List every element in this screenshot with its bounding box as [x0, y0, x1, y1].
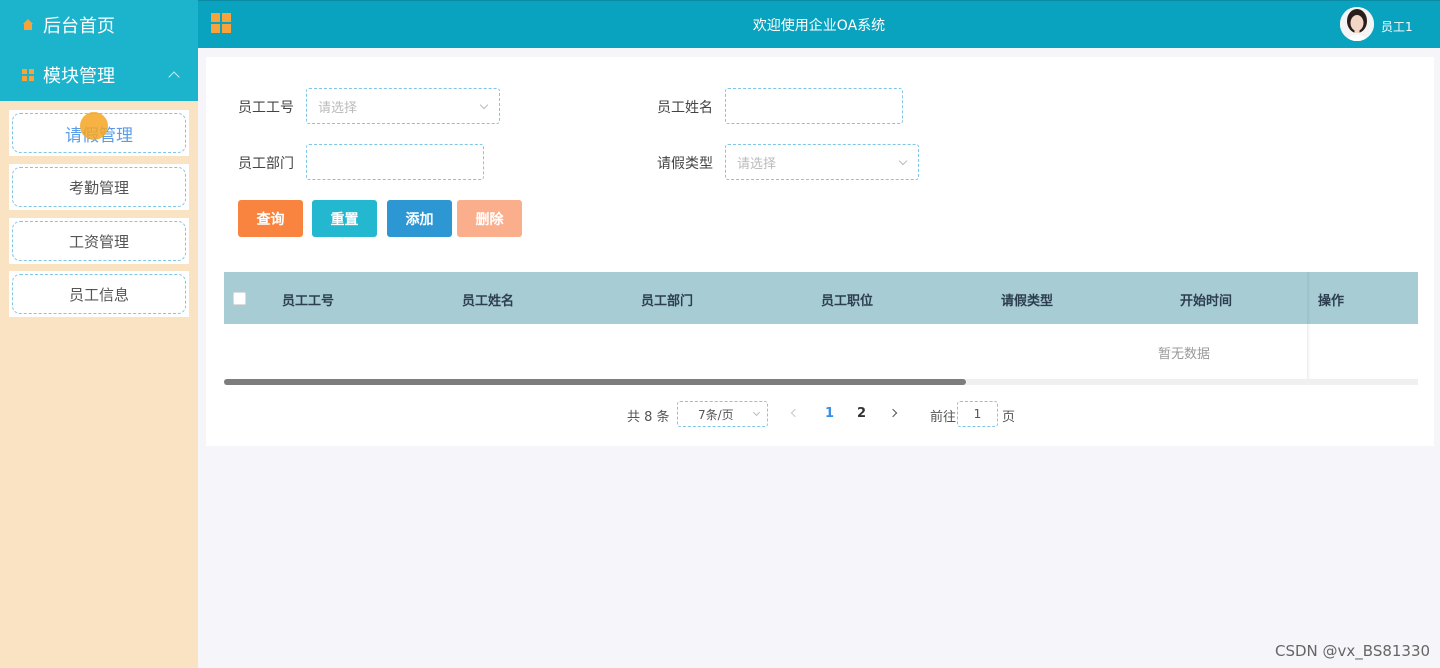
dept-label: 员工部门 — [238, 156, 294, 172]
fixed-column-divider — [1307, 324, 1308, 384]
column-header[interactable]: 员工部门 — [641, 290, 693, 309]
column-header[interactable]: 员工姓名 — [462, 290, 514, 309]
sidebar-item-modules[interactable]: 模块管理 — [0, 50, 198, 100]
next-page-icon[interactable] — [888, 408, 898, 418]
page-number[interactable]: 2 — [857, 406, 866, 421]
column-header[interactable]: 员工工号 — [282, 290, 334, 309]
emp-no-placeholder: 请选择 — [318, 100, 358, 116]
goto-label: 前往 — [930, 410, 957, 425]
avatar[interactable] — [1340, 7, 1374, 41]
chevron-up-icon — [168, 71, 180, 83]
user-name[interactable]: 员工1 — [1381, 18, 1413, 35]
sidebar-item-label: 考勤管理 — [12, 167, 186, 207]
leave-type-label: 请假类型 — [657, 156, 713, 172]
sidebar-item-salary[interactable]: 工资管理 — [9, 218, 189, 264]
emp-name-label: 员工姓名 — [657, 100, 713, 116]
reset-button[interactable]: 重置 — [312, 200, 377, 237]
chevron-down-icon — [898, 156, 908, 166]
sidebar-module-label: 模块管理 — [43, 66, 115, 87]
page-title: 欢迎使用企业OA系统 — [752, 18, 886, 34]
sidebar-home-label: 后台首页 — [43, 16, 115, 37]
top-header: 欢迎使用企业OA系统 员工1 — [198, 0, 1440, 48]
dept-input[interactable] — [306, 144, 484, 180]
sidebar-item-employee-info[interactable]: 员工信息 — [9, 271, 189, 317]
page-number-active[interactable]: 1 — [825, 406, 834, 421]
chevron-down-icon — [479, 100, 489, 110]
page-suffix: 页 — [1002, 410, 1016, 425]
page-size-select[interactable]: 7条/页 — [677, 401, 768, 427]
query-button[interactable]: 查询 — [238, 200, 303, 237]
add-button[interactable]: 添加 — [387, 200, 452, 237]
sidebar-item-attendance[interactable]: 考勤管理 — [9, 164, 189, 210]
chevron-down-icon — [752, 408, 761, 417]
table-header: 员工工号 员工姓名 员工部门 员工职位 请假类型 开始时间 操作 — [224, 272, 1418, 324]
grid-icon — [22, 69, 34, 81]
empty-text: 暂无数据 — [1158, 347, 1211, 362]
goto-page-input[interactable]: 1 — [957, 401, 998, 427]
content-card: 员工工号 请选择 员工姓名 员工部门 请假类型 请选择 查询 重置 添加 删除 … — [206, 57, 1434, 446]
page-size-value: 7条/页 — [698, 407, 734, 422]
sidebar-header: 后台首页 模块管理 — [0, 0, 198, 101]
prev-page-icon[interactable] — [790, 408, 800, 418]
pagination-total: 共 8 条 — [627, 410, 670, 425]
cursor-highlight — [80, 112, 108, 140]
column-header: 操作 — [1318, 294, 1345, 309]
delete-button[interactable]: 删除 — [457, 200, 522, 237]
sidebar-item-label: 员工信息 — [12, 274, 186, 314]
horizontal-scrollbar-thumb[interactable] — [224, 379, 966, 385]
goto-page-value: 1 — [973, 407, 982, 421]
emp-no-label: 员工工号 — [238, 100, 294, 116]
sidebar-item-home[interactable]: 后台首页 — [0, 0, 198, 50]
home-icon — [22, 19, 34, 31]
emp-name-input[interactable] — [725, 88, 903, 124]
sidebar: 后台首页 模块管理 请假管理 考勤管理 工资管理 员工信息 — [0, 0, 198, 668]
leave-type-select[interactable]: 请选择 — [725, 144, 919, 180]
emp-no-select[interactable]: 请选择 — [306, 88, 500, 124]
column-header[interactable]: 开始时间 — [1180, 290, 1232, 309]
column-header[interactable]: 员工职位 — [821, 290, 873, 309]
watermark: CSDN @vx_BS81330 — [1275, 642, 1431, 660]
select-all-checkbox[interactable] — [233, 292, 246, 305]
sidebar-item-label: 工资管理 — [12, 221, 186, 261]
leave-type-placeholder: 请选择 — [737, 156, 777, 172]
column-header[interactable]: 请假类型 — [1001, 290, 1053, 309]
